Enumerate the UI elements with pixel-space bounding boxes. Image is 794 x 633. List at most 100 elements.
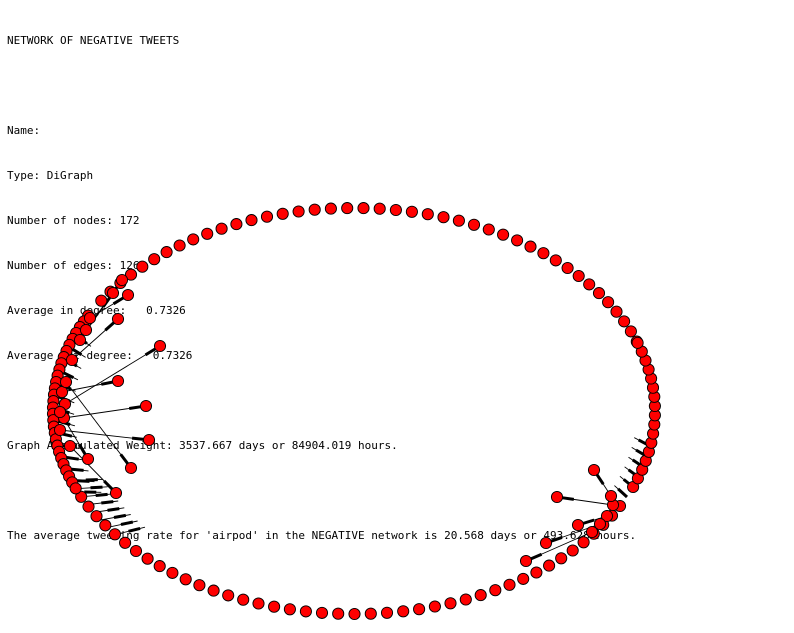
graph-node [153,339,167,353]
graph-node [268,600,281,613]
graph-node [201,227,214,240]
graph-node [618,315,631,328]
graph-node [332,607,345,620]
graph-node [602,296,615,309]
graph-node [555,552,568,565]
graph-node [585,525,599,539]
graph-node [537,247,550,260]
graph-edge-arrowhead [66,456,79,461]
graph-edge-arrowhead [71,467,84,472]
graph-node [119,536,132,549]
graph-node [428,600,441,613]
graph-edge-arrowhead [101,380,114,386]
graph-node [524,240,537,253]
graph-node [142,433,156,447]
graph-node [90,510,103,523]
graph-edge-arrowhead [95,492,108,497]
graph-node [364,607,377,620]
graph-edge-arrowhead [131,436,145,441]
graph-edge-arrowhead [144,347,157,357]
graph-edge-arrowhead [582,518,595,525]
graph-node [467,218,481,231]
graph-node [129,544,143,558]
graph-node [292,205,305,218]
graph-node [111,312,125,326]
graph-node [299,605,312,618]
graph-node [252,597,265,610]
graph-node [530,566,543,579]
graph-node [111,374,125,388]
graph-node [179,573,192,586]
graph-node [73,333,87,347]
graph-node [437,211,450,224]
graph-node [141,552,154,565]
graph-node [237,593,250,606]
graph-node [459,593,472,606]
graph-node [348,607,361,621]
graph-node [83,311,97,325]
graph-edge-arrowhead [128,526,141,533]
graph-node [503,578,516,591]
graph-node [108,528,121,541]
graph-node [139,399,153,413]
graph-node [583,278,596,291]
graph-node [59,375,73,389]
graph-node [106,286,120,300]
graph-node [69,482,82,495]
graph-edge-arrowhead [530,552,543,561]
graph-nodes [46,202,661,621]
graph-node [260,210,274,223]
graph-node [187,233,200,246]
graph-node [550,490,564,504]
graph-node [99,519,112,532]
graph-node [572,269,585,283]
graph-node [389,203,402,217]
graph-node [324,202,337,215]
graph-node [153,560,166,573]
graph-node [497,228,510,241]
graph-node [63,439,77,453]
graph-node [245,214,258,227]
graph-node [380,606,394,619]
graph-node [173,239,186,252]
graph-node [109,486,123,500]
graph-edge-arrowhead [90,485,103,490]
graph-node [566,544,579,557]
graph-edge-arrowhead [595,473,605,486]
graph-node [539,536,553,550]
graph-node [474,589,487,602]
graph-node [397,605,410,618]
graph-node [276,207,289,220]
graph-node [160,246,173,259]
graph-node [315,606,329,619]
graph-node [405,205,418,218]
graph-node [115,273,129,287]
graph-node [193,579,206,592]
graph-node [82,500,95,513]
graph-node [341,202,354,215]
graph-node [452,214,465,227]
graph-node [549,254,562,267]
graph-node [373,202,386,215]
graph-edge-arrowhead [617,487,629,499]
graph-node [519,554,533,568]
graph-node [624,325,637,338]
graph-node [53,405,67,419]
graph-node [571,518,585,532]
graph-node [222,589,235,602]
graph-node [604,489,618,503]
graph-node [357,202,370,215]
graph-node [444,597,457,610]
graph-node [587,463,601,477]
graph-node [561,261,574,275]
graph-node [166,566,179,579]
graph-edge-arrowhead [113,513,127,519]
graph-node [215,222,228,235]
graph-node [53,423,67,437]
graph-edge-arrowhead [103,479,114,491]
graph-edge-arrowhead [107,507,120,512]
graph-node [577,536,590,549]
graph-edge-arrowhead [128,405,142,410]
graph-node [121,288,135,302]
graph-node [148,253,161,266]
